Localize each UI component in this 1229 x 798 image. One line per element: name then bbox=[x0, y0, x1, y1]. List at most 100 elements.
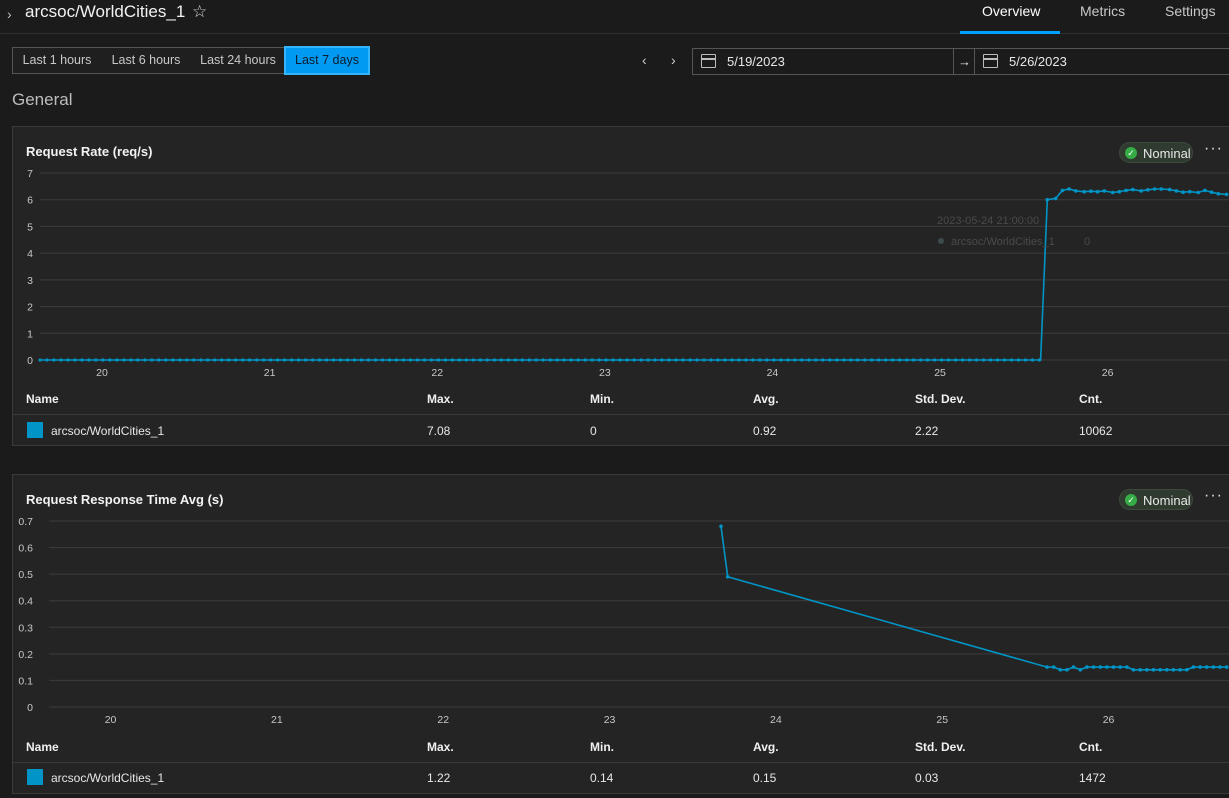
top-bar: › arcsoc/WorldCities_1 ☆ Overview Metric… bbox=[0, 0, 1229, 34]
y-tick-label: 0 bbox=[27, 702, 33, 714]
range-last-6-hours[interactable]: Last 6 hours bbox=[101, 48, 191, 73]
data-point bbox=[1037, 358, 1041, 362]
data-point bbox=[981, 358, 986, 362]
y-tick-label: 1 bbox=[27, 328, 33, 340]
data-point bbox=[597, 358, 601, 362]
data-point bbox=[1131, 187, 1135, 192]
data-point bbox=[185, 358, 189, 362]
data-point bbox=[255, 358, 259, 362]
section-title: General bbox=[12, 90, 73, 109]
data-point bbox=[143, 358, 147, 362]
end-date-field[interactable]: 5/26/2023 bbox=[974, 48, 1229, 75]
data-point bbox=[912, 358, 916, 362]
data-point bbox=[562, 358, 566, 362]
data-point bbox=[1211, 665, 1216, 669]
data-point bbox=[898, 358, 902, 362]
data-point bbox=[639, 358, 643, 362]
chevron-left-icon[interactable]: ‹ bbox=[642, 52, 647, 68]
chevron-right-icon[interactable]: › bbox=[7, 6, 12, 22]
x-tick-label: 20 bbox=[105, 714, 117, 726]
data-point bbox=[583, 358, 587, 362]
data-point bbox=[1058, 668, 1063, 672]
data-point bbox=[527, 358, 531, 362]
data-point bbox=[779, 358, 783, 362]
data-point bbox=[1002, 358, 1007, 362]
data-point bbox=[1105, 665, 1109, 669]
data-point bbox=[688, 358, 692, 362]
cell-name: arcsoc/WorldCities_1 bbox=[51, 424, 165, 438]
data-point bbox=[751, 358, 755, 362]
star-icon[interactable]: ☆ bbox=[192, 2, 207, 22]
data-point bbox=[646, 358, 650, 362]
data-point bbox=[192, 358, 196, 362]
y-tick-label: 0 bbox=[27, 355, 33, 367]
tab-metrics[interactable]: Metrics bbox=[1080, 3, 1125, 19]
data-point bbox=[66, 358, 70, 362]
data-point bbox=[87, 358, 91, 362]
arrow-right-icon: → bbox=[954, 48, 975, 75]
range-last-7-days[interactable]: Last 7 days bbox=[284, 46, 370, 75]
y-tick-label: 5 bbox=[27, 221, 33, 233]
start-date-field[interactable]: 5/19/2023 bbox=[692, 48, 954, 75]
data-point bbox=[1204, 665, 1209, 669]
data-point bbox=[576, 358, 580, 362]
cell-max: 7.08 bbox=[427, 424, 451, 438]
calendar-icon bbox=[983, 54, 998, 68]
data-point bbox=[1185, 668, 1189, 672]
data-point bbox=[457, 358, 461, 362]
data-point bbox=[206, 358, 210, 362]
data-point bbox=[723, 358, 727, 362]
data-point bbox=[45, 358, 49, 362]
data-point bbox=[108, 358, 112, 362]
data-point bbox=[178, 358, 182, 362]
data-point bbox=[1078, 668, 1083, 672]
tab-settings[interactable]: Settings bbox=[1165, 3, 1216, 19]
x-tick-label: 21 bbox=[271, 714, 283, 726]
data-point bbox=[1051, 665, 1056, 669]
cell-name: arcsoc/WorldCities_1 bbox=[51, 771, 165, 785]
x-tick-label: 24 bbox=[767, 367, 779, 379]
data-point bbox=[276, 358, 280, 362]
chart-card-response-time: Request Response Time Avg (s) ✓ Nominal … bbox=[12, 474, 1229, 794]
data-point bbox=[415, 358, 419, 362]
cell-cnt: 10062 bbox=[1079, 424, 1113, 438]
data-point bbox=[1145, 668, 1149, 672]
chevron-right-icon[interactable]: › bbox=[671, 52, 676, 68]
data-point bbox=[821, 358, 825, 362]
data-point bbox=[513, 358, 517, 362]
data-point bbox=[408, 358, 412, 362]
data-point bbox=[1067, 187, 1071, 191]
data-point bbox=[940, 358, 944, 362]
y-tick-label: 0.5 bbox=[18, 569, 33, 581]
series-swatch bbox=[27, 769, 43, 785]
data-point bbox=[968, 358, 972, 362]
data-point bbox=[1045, 197, 1050, 202]
data-point bbox=[800, 358, 804, 362]
data-point bbox=[1009, 358, 1014, 362]
end-date-value: 5/26/2023 bbox=[1009, 54, 1067, 69]
range-last-1-hours[interactable]: Last 1 hours bbox=[13, 48, 101, 73]
data-point bbox=[80, 358, 84, 362]
data-point bbox=[835, 358, 839, 362]
col-min: Min. bbox=[590, 392, 614, 406]
y-tick-label: 3 bbox=[27, 275, 33, 287]
tab-overview[interactable]: Overview bbox=[982, 3, 1040, 19]
y-tick-label: 6 bbox=[27, 195, 33, 207]
data-point bbox=[1181, 190, 1185, 194]
tooltip-value: 0 bbox=[1084, 236, 1090, 248]
x-tick-label: 25 bbox=[936, 714, 948, 726]
data-point bbox=[1117, 189, 1122, 194]
data-point bbox=[101, 358, 105, 362]
data-point bbox=[1023, 358, 1028, 362]
data-point bbox=[338, 358, 343, 362]
data-point bbox=[1218, 665, 1222, 669]
data-point bbox=[1091, 665, 1096, 669]
cell-std-dev: 2.22 bbox=[915, 424, 939, 438]
data-point bbox=[1224, 192, 1229, 197]
range-last-24-hours[interactable]: Last 24 hours bbox=[191, 48, 285, 73]
data-point bbox=[1071, 665, 1076, 669]
data-point bbox=[1196, 190, 1200, 195]
data-point bbox=[870, 358, 874, 362]
data-point bbox=[262, 358, 266, 362]
line-chart: 0123456720 21 22 23 24 25 262023-05-24 21:00:0… bbox=[27, 168, 1229, 379]
